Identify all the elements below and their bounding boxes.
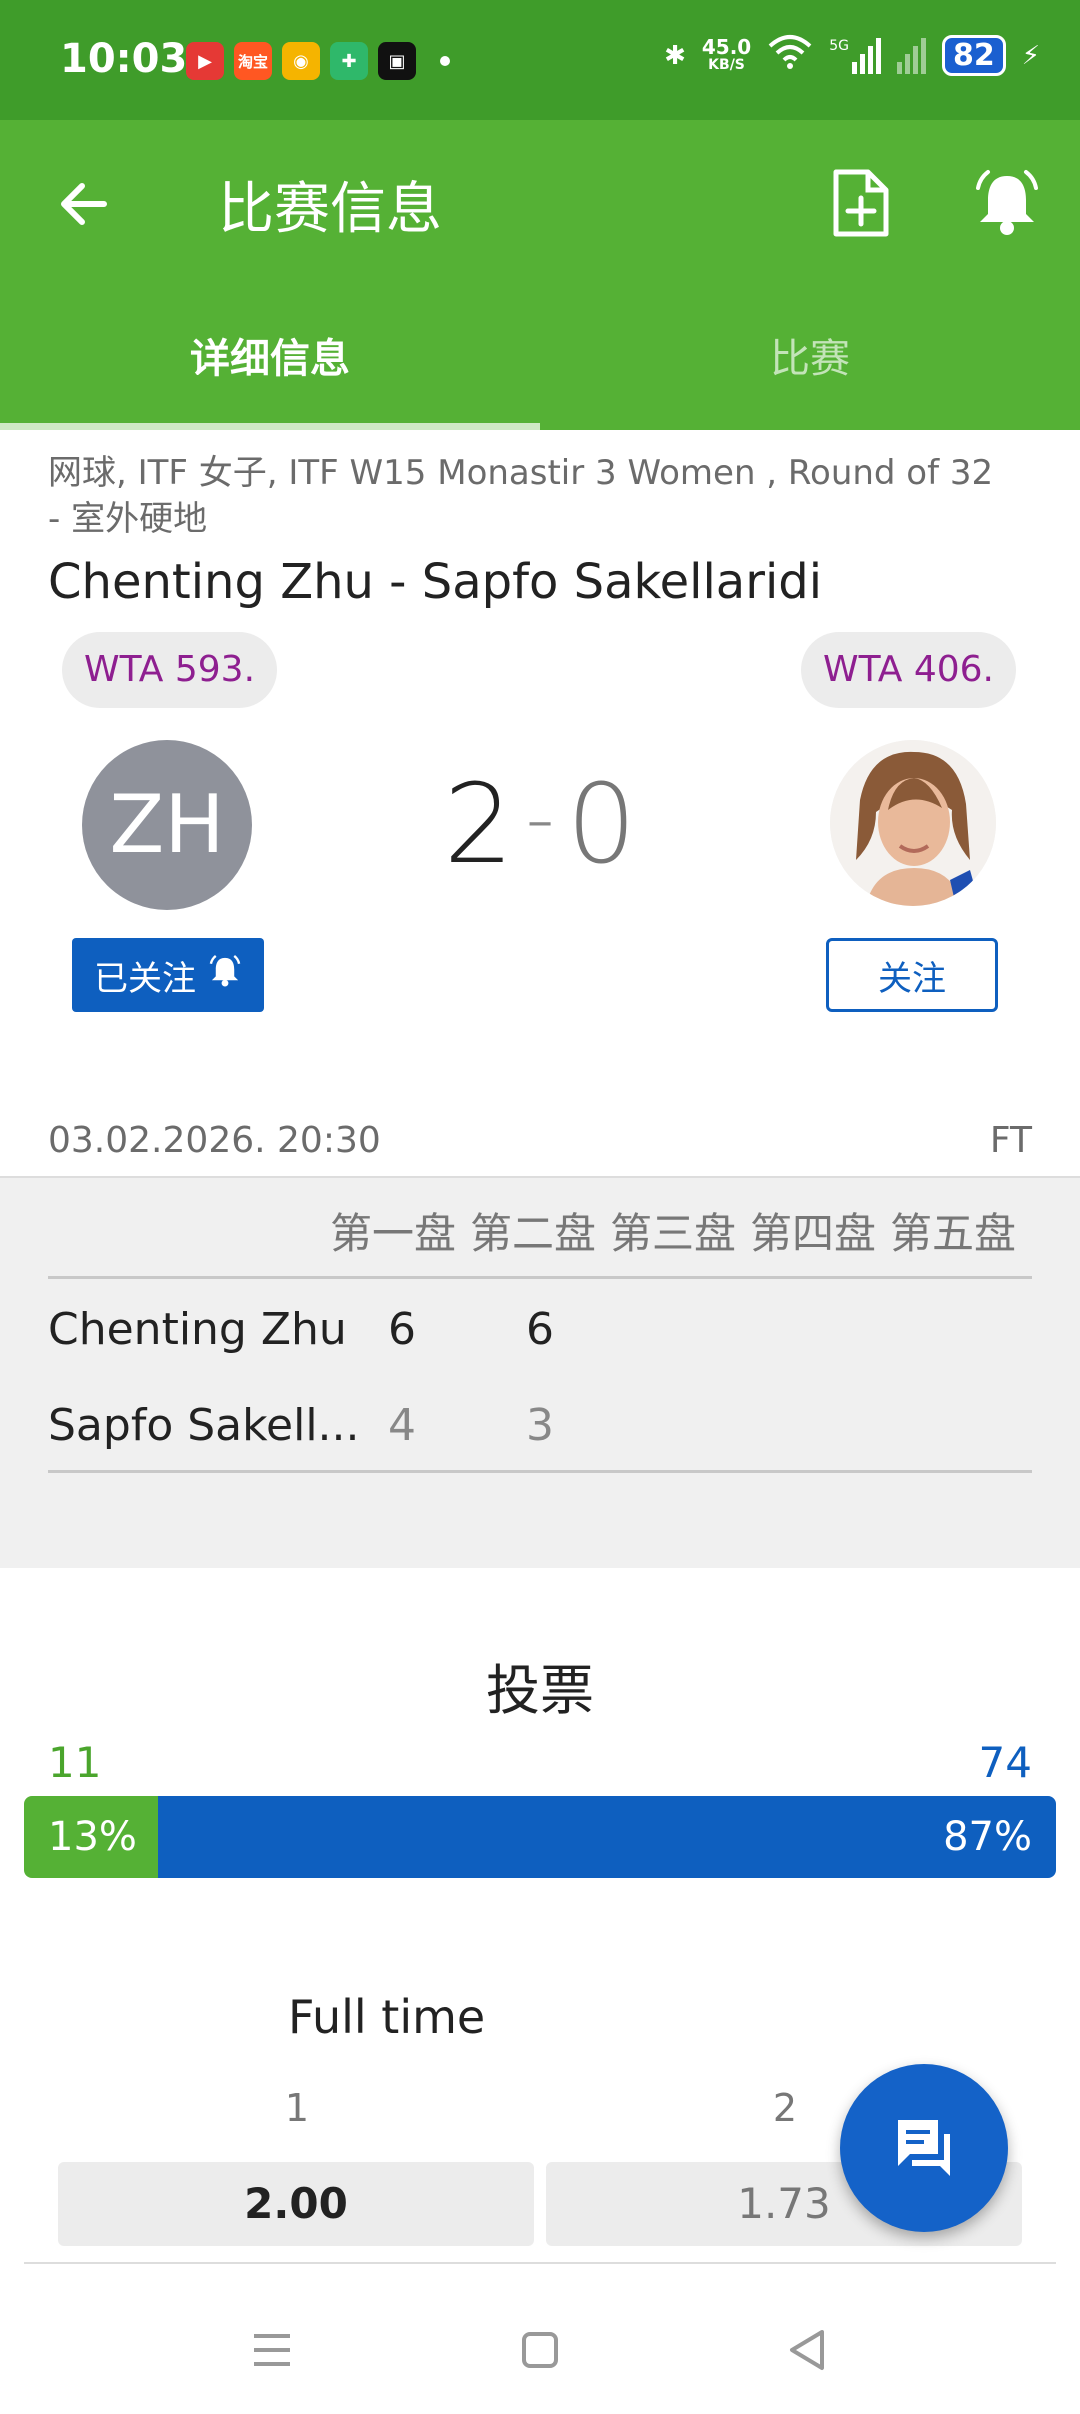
status-bar: 10:03 ▶ 淘宝 ◉ ✚ ▣ ✱ 45.0 KB/S 5G 82 ⚡ [0, 0, 1080, 120]
set-header-5: 第五盘 [890, 1209, 1017, 1258]
youtube-icon: ▶ [186, 42, 224, 80]
notification-icons: ▶ 淘宝 ◉ ✚ ▣ [186, 42, 450, 80]
match-meta: 网球, ITF 女子, ITF W15 Monastir 3 Women , R… [48, 453, 994, 539]
score-away: 0 [566, 760, 637, 888]
signal-icon: 5G [829, 37, 881, 74]
vote-count-home: 11 [48, 1738, 102, 1787]
tab-details[interactable]: 详细信息 [0, 326, 540, 384]
shield-icon: ✚ [330, 42, 368, 80]
back-triangle-icon[interactable] [778, 2320, 838, 2380]
chat-icon [888, 2110, 960, 2186]
page-title: 比赛信息 [218, 177, 442, 242]
bell-icon[interactable] [972, 168, 1038, 238]
signal-2-icon [896, 37, 926, 74]
set-score: 6 [526, 1304, 554, 1355]
chat-button[interactable] [840, 2064, 1008, 2232]
section-divider [24, 2262, 1056, 2264]
table-row: Chenting Zhu 6 6 [48, 1284, 1032, 1380]
set-header-1: 第一盘 [330, 1209, 457, 1258]
net-speed-unit: KB/S [708, 56, 745, 73]
match-datetime: 03.02.2026. 20:30 [48, 1120, 381, 1161]
status-indicators: ✱ 45.0 KB/S 5G 82 ⚡ [664, 34, 1040, 77]
home-icon[interactable] [510, 2320, 570, 2380]
set-header-4: 第四盘 [750, 1209, 877, 1258]
match-title: Chenting Zhu - Sapfo Sakellaridi [48, 554, 823, 610]
net-speed: 45.0 KB/S [701, 34, 752, 74]
signal-5g-label: 5G [829, 37, 849, 54]
odds-home-button[interactable]: 2.00 [58, 2162, 534, 2246]
more-notifications-dot [440, 56, 450, 66]
player2-follow-button[interactable]: 关注 [826, 938, 998, 1012]
sets-divider [48, 1276, 1032, 1279]
sets-header: 第一盘 第二盘 第三盘 第四盘 第五盘 [330, 1200, 1030, 1261]
player1-following-button[interactable]: 已关注 [72, 938, 264, 1012]
wifi-icon [767, 34, 813, 77]
table-row: Sapfo Sakell... 4 3 [48, 1380, 1032, 1476]
odds-label-home: 1 [284, 2086, 310, 2130]
weibo-icon: ◉ [282, 42, 320, 80]
score-home: 2 [443, 760, 514, 888]
bluetooth-icon: ✱ [664, 40, 686, 71]
active-tab-indicator [0, 423, 540, 430]
vote-bar-away[interactable]: 87% [158, 1796, 1056, 1878]
sets-divider [48, 1470, 1032, 1473]
tab-bar: 详细信息 比赛 [0, 290, 1080, 430]
tab-match[interactable]: 比赛 [540, 326, 1080, 384]
player1-rank: WTA 593. [62, 632, 278, 708]
vote-count-away: 74 [978, 1738, 1032, 1787]
vote-bar[interactable]: 13% 87% [24, 1796, 1056, 1878]
vote-title: 投票 [486, 1659, 594, 1722]
vote-bar-home[interactable]: 13% [24, 1796, 159, 1878]
taobao-icon: 淘宝 [234, 42, 272, 80]
charging-icon: ⚡ [1021, 40, 1040, 71]
add-document-icon[interactable] [828, 168, 894, 238]
player2-rank: WTA 406. [800, 632, 1016, 708]
set-player-name: Chenting Zhu [48, 1304, 347, 1355]
player1-avatar[interactable]: ZH [82, 740, 252, 910]
match-score: 2-0 [430, 760, 650, 888]
app-bar: 比赛信息 [0, 120, 1080, 290]
following-label: 已关注 [94, 958, 196, 999]
status-time: 10:03 [60, 36, 188, 82]
net-speed-value: 45.0 [701, 34, 752, 59]
set-score: 3 [526, 1400, 554, 1451]
set-player-name: Sapfo Sakell... [48, 1400, 360, 1451]
sets-table: 第一盘 第二盘 第三盘 第四盘 第五盘 Chenting Zhu 6 6 Sap… [0, 1176, 1080, 1568]
score-separator: - [525, 772, 555, 865]
set-header-3: 第三盘 [610, 1209, 737, 1258]
match-status: FT [989, 1120, 1032, 1161]
odds-title: Full time [288, 1990, 486, 2044]
set-header-2: 第二盘 [470, 1209, 597, 1258]
system-nav-bar [0, 2290, 1080, 2414]
player2-avatar[interactable] [830, 740, 996, 906]
set-score: 4 [388, 1400, 416, 1451]
menu-icon[interactable] [242, 2320, 302, 2380]
arrow-left-icon[interactable] [52, 172, 116, 236]
set-score: 6 [388, 1304, 416, 1355]
battery-level: 82 [941, 35, 1006, 76]
bell-icon [208, 954, 242, 997]
video-icon: ▣ [378, 42, 416, 80]
